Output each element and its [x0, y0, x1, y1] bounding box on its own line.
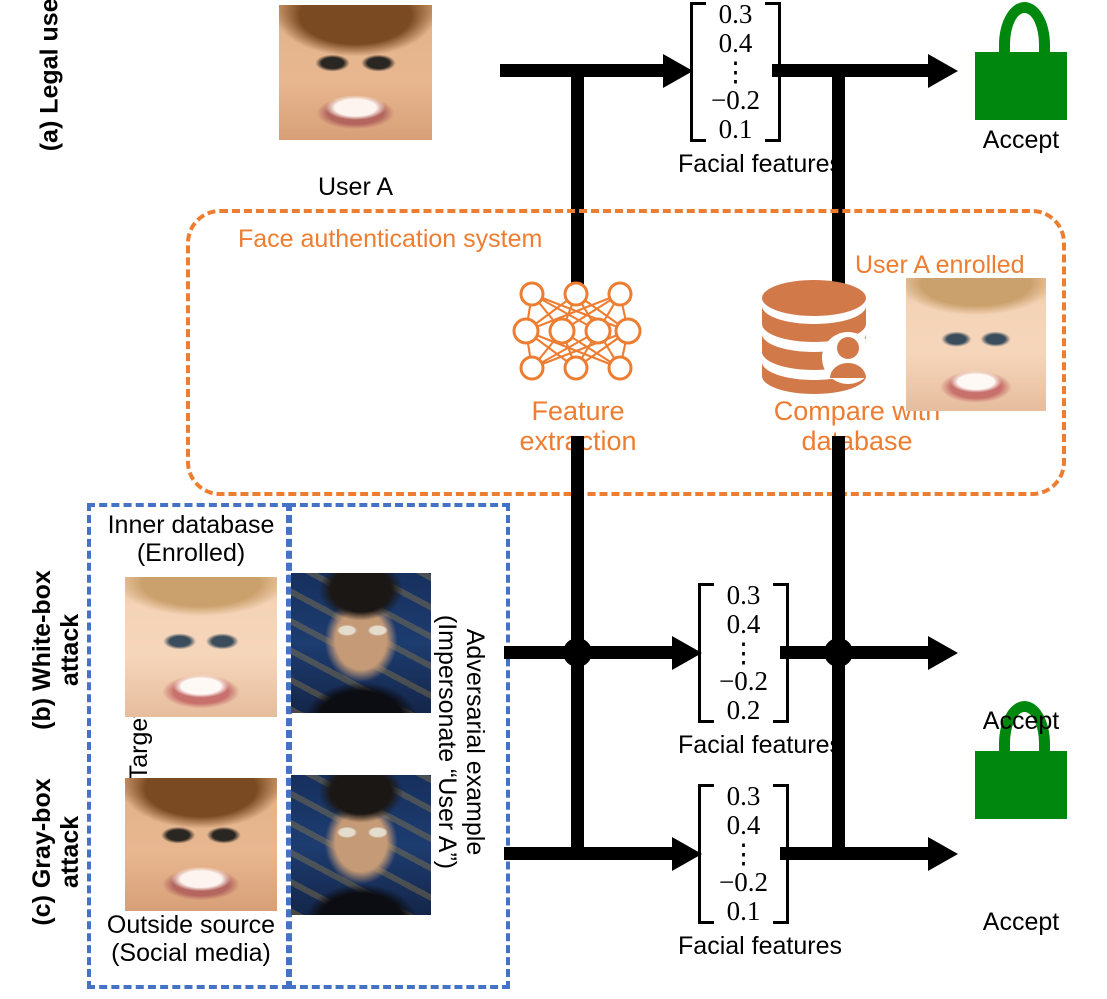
system-box-label: Face authentication system — [238, 225, 543, 253]
lock-body — [975, 750, 1067, 819]
adversarial-image-c — [291, 775, 431, 915]
vector-value: −0.2 — [711, 85, 760, 116]
user-a-caption: User A — [317, 173, 394, 201]
vector-value: 0.4 — [726, 609, 761, 640]
arrow-b-right — [928, 636, 958, 670]
wire-a-left — [500, 64, 670, 77]
target-image-c — [125, 778, 277, 911]
arrow-c-right — [928, 837, 958, 871]
row-a-side-label: (a) Legal user — [35, 0, 64, 152]
bracket-left — [698, 784, 714, 924]
wire-b-right — [780, 646, 937, 659]
facial-features-label-c: Facial features — [678, 932, 842, 960]
vector-ellipsis: ⋮ — [721, 56, 749, 87]
wire-feature-extraction-trunk — [571, 436, 584, 854]
vector-value: 0.3 — [726, 580, 761, 611]
outside-source-caption: Outside source (Social media) — [106, 911, 276, 967]
vector-value: 0.3 — [726, 781, 761, 812]
decision-label-c: Accept — [982, 908, 1060, 936]
vector-value: 0.4 — [726, 810, 761, 841]
vector-value: 0.4 — [718, 28, 753, 59]
row-b-side-label: (b) White-box attack — [28, 570, 84, 730]
feature-vector-c: 0.3 0.4 ⋮ −0.2 0.1 — [698, 781, 789, 926]
feature-vector-a: 0.3 0.4 ⋮ −0.2 0.1 — [690, 0, 781, 144]
vector-value: −0.2 — [719, 867, 768, 898]
wire-compare-trunk — [832, 436, 845, 854]
neural-network-icon — [512, 281, 642, 381]
vector-value: 0.1 — [726, 895, 761, 926]
feature-vector-b: 0.3 0.4 ⋮ −0.2 0.2 — [698, 580, 789, 725]
vector-value: 0.3 — [718, 0, 753, 30]
decision-label-b: Accept — [982, 707, 1060, 735]
bracket-left — [690, 2, 706, 142]
vector-value: 0.2 — [726, 694, 761, 725]
decision-label-a: Accept — [982, 126, 1060, 154]
vector-value: 0.1 — [718, 113, 753, 144]
bracket-left — [698, 583, 714, 723]
target-image-b — [125, 577, 277, 717]
vector-ellipsis: ⋮ — [729, 637, 757, 668]
inner-database-caption: Inner database (Enrolled) — [107, 511, 275, 567]
lock-body — [975, 51, 1067, 120]
arrow-a-left — [663, 54, 693, 88]
arrow-a-right — [928, 54, 958, 88]
wire-c-left — [504, 847, 679, 860]
vector-ellipsis: ⋮ — [729, 838, 757, 869]
user-a-face-image — [279, 5, 432, 140]
database-user-icon — [762, 280, 874, 394]
wire-c-right — [780, 847, 937, 860]
adversarial-image-b — [291, 573, 431, 713]
wire-a-right — [772, 64, 937, 77]
diagram-canvas: (a) Legal user User A 0.3 0.4 ⋮ −0.2 0.1… — [0, 0, 1107, 999]
unlock-icon-a — [975, 2, 1067, 120]
vector-value: −0.2 — [719, 666, 768, 697]
enrolled-face-thumbnail — [906, 278, 1046, 411]
user-a-enrolled-label: User A enrolled — [855, 251, 1025, 279]
row-c-side-label: (c) Gray-box attack — [28, 778, 84, 926]
